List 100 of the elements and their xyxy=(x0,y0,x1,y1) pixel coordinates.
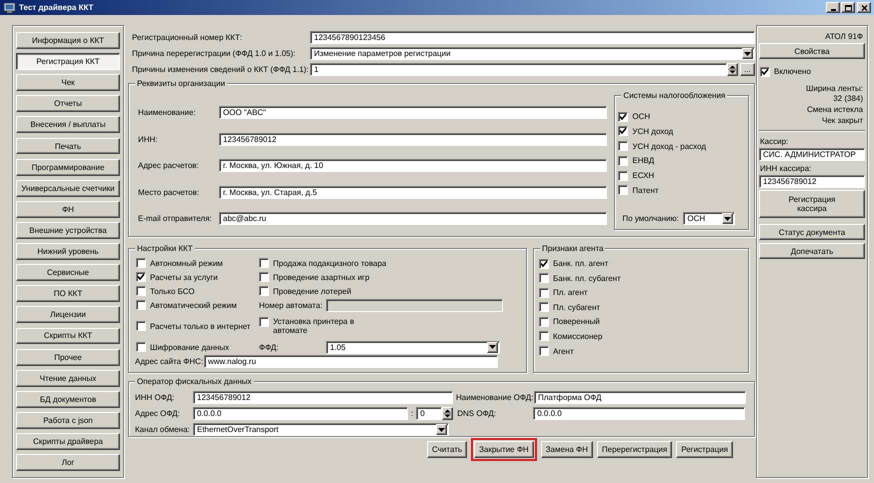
text-field[interactable]: 123456789012 xyxy=(759,175,865,188)
action-button[interactable]: Считать xyxy=(427,441,468,458)
field-label: ИНН кассира: xyxy=(760,164,812,173)
field-label: Наименование: xyxy=(137,108,197,117)
text-field[interactable]: г. Москва, ул. Южная, д. 10 xyxy=(219,159,608,172)
dropdown-button[interactable] xyxy=(722,213,734,224)
action-button[interactable]: Допечатать xyxy=(759,243,865,259)
field-label: Причина перерегистрации (ФФД 1.0 и 1.05): xyxy=(131,49,296,58)
nav-button[interactable]: ФН xyxy=(16,200,120,218)
checkbox[interactable]: ОСН xyxy=(618,110,745,123)
dropdown[interactable]: ОСН xyxy=(683,212,736,225)
nav-button[interactable]: Скрипты драйвера xyxy=(16,433,120,450)
checkbox[interactable]: УСН доход xyxy=(618,124,745,138)
dropdown-button[interactable] xyxy=(436,424,447,435)
action-button[interactable]: Статус документа xyxy=(759,224,865,240)
text-field[interactable]: СИС. АДМИНИСТРАТОР xyxy=(759,148,865,161)
minimize-button[interactable] xyxy=(826,2,840,13)
spin-button[interactable] xyxy=(727,63,738,76)
checkbox[interactable]: Включено xyxy=(760,65,865,78)
nav-button[interactable]: Универсальные счетчики xyxy=(16,180,120,197)
nav-button[interactable]: Внесения / выплаты xyxy=(16,116,120,134)
nav-button[interactable]: Сервисные xyxy=(16,264,120,282)
checkbox[interactable]: Пл. агент xyxy=(539,286,743,300)
checkbox[interactable]: Банк. пл. субагент xyxy=(539,272,743,285)
text-field[interactable]: 1234567890123456 xyxy=(310,31,755,44)
nav-button[interactable]: Внешние устройства xyxy=(16,222,120,239)
nav-button[interactable]: Печать xyxy=(16,138,120,154)
nav-button[interactable]: Отчеты xyxy=(16,95,120,112)
dropdown[interactable]: 1.05 xyxy=(326,340,500,354)
checkbox[interactable]: Расчеты за услуги xyxy=(136,270,259,284)
action-button[interactable]: Замена ФН xyxy=(540,441,593,458)
nav-button[interactable]: Чек xyxy=(16,74,120,92)
checkbox[interactable]: Шифрование данных xyxy=(136,340,259,354)
field-label: Регистрационный номер ККТ: xyxy=(131,33,244,42)
nav-button[interactable]: Программирование xyxy=(16,158,120,176)
nav-button[interactable]: Регистрация ККТ xyxy=(16,53,120,70)
action-button[interactable]: Закрытие ФН xyxy=(474,441,534,458)
close-button[interactable] xyxy=(857,2,871,13)
text-field[interactable]: ООО "ABC" xyxy=(219,106,608,119)
spin-button[interactable] xyxy=(442,407,454,420)
nav-button[interactable]: Информация о ККТ xyxy=(16,32,120,49)
text-field[interactable]: 1 xyxy=(310,63,727,76)
checkbox[interactable]: Расчеты только в интернет xyxy=(136,320,259,332)
group-title: Реквизиты организации xyxy=(135,78,228,89)
checkbox[interactable]: Только БСО xyxy=(136,284,259,298)
checkbox[interactable]: Пл. субагент xyxy=(539,300,743,314)
close-icon xyxy=(860,4,868,12)
check-icon xyxy=(137,273,145,281)
checkbox[interactable]: ЕНВД xyxy=(618,154,745,168)
nav-button[interactable]: Прочее xyxy=(16,348,120,366)
checkbox[interactable]: Автономный режим xyxy=(136,256,259,270)
text-field[interactable]: abc@abc.ru xyxy=(219,212,608,225)
ellipsis-button[interactable]: ... xyxy=(740,63,755,76)
dropdown-button[interactable] xyxy=(742,48,753,59)
checkbox[interactable]: Проведение лотерей xyxy=(259,284,519,298)
field-label: Кассир: xyxy=(760,137,790,146)
checkbox[interactable]: Продажа подакцизного товара xyxy=(259,256,519,270)
nav-button[interactable]: БД документов xyxy=(16,390,120,408)
checkbox[interactable]: УСН доход - расход xyxy=(618,140,745,153)
checkbox[interactable]: Комиссионер xyxy=(539,330,743,343)
text-field[interactable]: www.nalog.ru xyxy=(204,354,498,368)
field-label: ФФД: xyxy=(259,342,280,352)
maximize-button[interactable] xyxy=(841,2,855,13)
checkbox[interactable]: Поверенный xyxy=(539,315,743,328)
field-label: Номер автомата: xyxy=(259,300,324,310)
checkbox[interactable]: Банк. пл. агент xyxy=(539,257,743,270)
nav-button[interactable]: Лог xyxy=(16,454,120,472)
dropdown[interactable]: EthernetOverTransport xyxy=(193,423,449,436)
dropdown-button[interactable] xyxy=(487,342,498,352)
checkbox[interactable]: Патент xyxy=(618,184,745,197)
app-icon xyxy=(3,2,16,14)
action-button[interactable]: Регистрация xyxy=(676,441,733,458)
spin-arrows-icon xyxy=(443,408,452,419)
caret-icon xyxy=(438,428,445,432)
nav-button[interactable]: Скрипты ККТ xyxy=(16,328,120,344)
nav-button[interactable]: ПО ККТ xyxy=(16,285,120,302)
checkbox[interactable]: ЕСХН xyxy=(618,169,745,182)
text-field[interactable]: г. Москва, ул. Старая, д.5 xyxy=(219,186,608,198)
dropdown[interactable]: Изменение параметров регистрации xyxy=(310,47,755,60)
text-field[interactable]: 123456789012 xyxy=(193,391,453,404)
nav-button[interactable]: Лицензии xyxy=(16,306,120,324)
field-label: ИНН ОФД: xyxy=(135,393,176,402)
nav-button[interactable]: Нижний уровень xyxy=(16,243,120,260)
text-field[interactable]: Платформа ОФД xyxy=(534,391,746,404)
nav-button[interactable]: Работа с json xyxy=(16,412,120,429)
status-text: Чек закрыт xyxy=(821,116,864,126)
properties-button[interactable]: Свойства xyxy=(759,43,865,59)
checkbox[interactable]: Автоматический режим xyxy=(136,298,259,312)
field-label: DNS ОФД: xyxy=(456,409,498,418)
checkbox[interactable]: Установка принтера в автомате xyxy=(259,317,519,335)
nav-button[interactable]: Чтение данных xyxy=(16,370,120,387)
text-field[interactable]: 0.0.0.0 xyxy=(193,407,408,420)
action-button[interactable]: Регистрация кассира xyxy=(759,190,865,218)
port-field[interactable]: 0 xyxy=(416,407,442,420)
text-field[interactable]: 123456789012 xyxy=(219,132,608,146)
checkbox[interactable]: Агент xyxy=(539,344,743,358)
checkbox[interactable]: Проведение азартных игр xyxy=(259,270,519,284)
group-title: Настройки ККТ xyxy=(135,243,195,254)
action-button[interactable]: Перерегистрация xyxy=(596,441,672,458)
text-field[interactable]: 0.0.0.0 xyxy=(533,407,746,420)
